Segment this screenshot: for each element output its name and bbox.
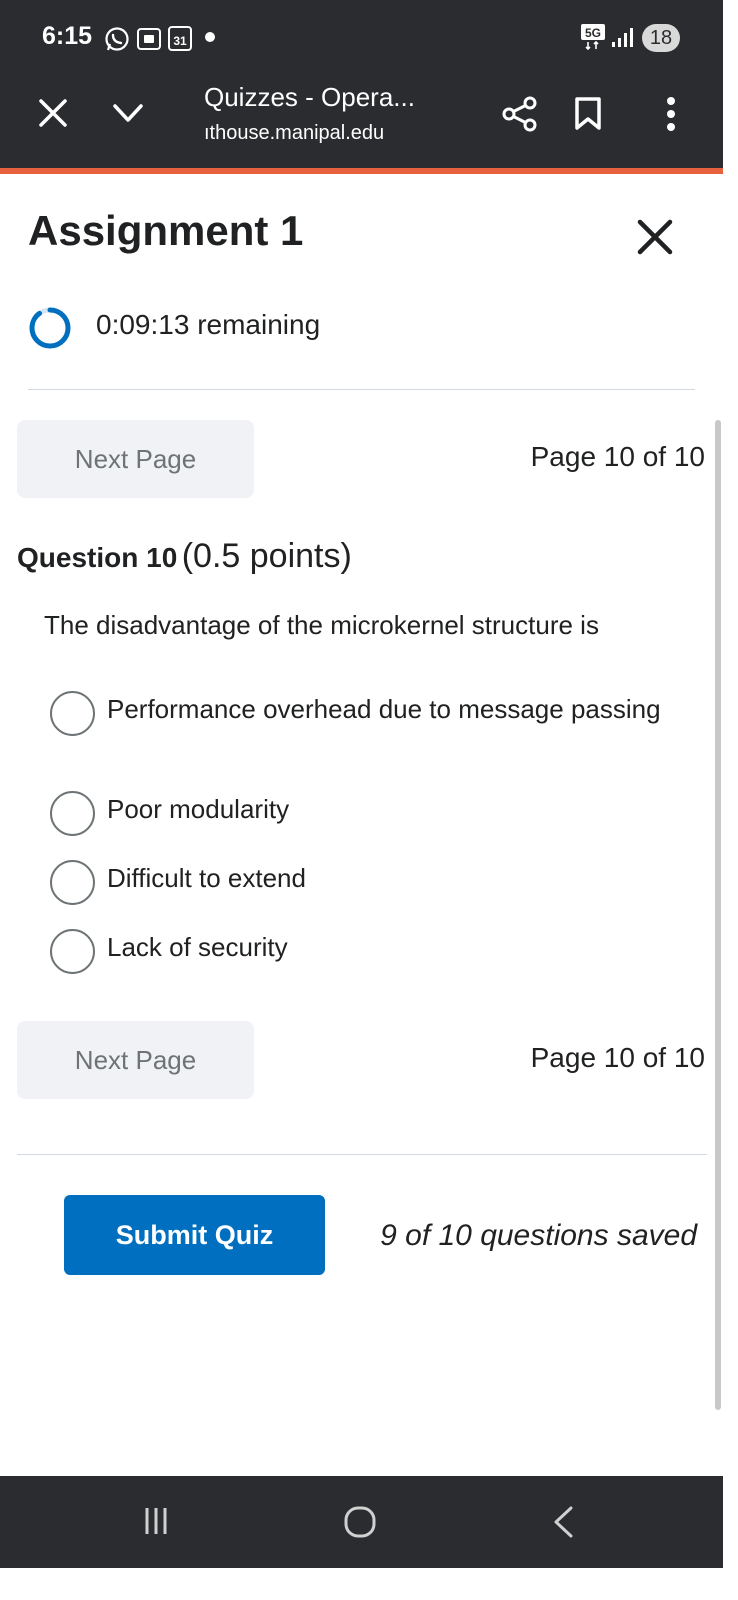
radio-button[interactable] <box>50 791 95 836</box>
page-title: Assignment 1 <box>28 207 304 254</box>
answer-option-label[interactable]: Difficult to extend <box>107 856 667 900</box>
saved-status: 9 of 10 questions saved <box>380 1219 697 1252</box>
recent-apps-icon[interactable] <box>141 1504 171 1543</box>
network-5g-icon: 5G <box>580 22 610 57</box>
answer-option[interactable]: Difficult to extend <box>50 860 670 906</box>
header-accent-line <box>0 168 723 174</box>
question-text: The disadvantage of the microkernel stru… <box>44 610 599 640</box>
next-page-button[interactable]: Next Page <box>17 420 254 498</box>
battery-badge: 18 <box>642 24 680 52</box>
time-remaining: 0:09:13 remaining <box>96 309 321 340</box>
browser-header: 6:15 31 5G 18 Quizzes - Opera... ıthouse… <box>0 0 723 168</box>
submit-quiz-button[interactable]: Submit Quiz <box>64 1195 325 1275</box>
question-points: (0.5 points) <box>181 537 352 575</box>
radio-button[interactable] <box>50 691 95 736</box>
home-icon[interactable] <box>342 1504 378 1545</box>
network-label: 5G <box>585 26 601 40</box>
scrollbar[interactable] <box>715 420 721 1410</box>
answer-option-label[interactable]: Performance overhead due to message pass… <box>107 687 667 731</box>
divider <box>17 1154 707 1155</box>
page-indicator: Page 10 of 10 <box>530 441 705 472</box>
screenshot-icon <box>136 26 162 57</box>
timer-progress-icon <box>28 306 72 350</box>
radio-button[interactable] <box>50 929 95 974</box>
browser-url[interactable]: ıthouse.manipal.edu <box>204 122 384 145</box>
answer-option[interactable]: Lack of security <box>50 929 670 975</box>
share-icon[interactable] <box>500 94 540 139</box>
calendar-icon: 31 <box>167 24 193 57</box>
answer-option-label[interactable]: Lack of security <box>107 925 667 969</box>
answer-option[interactable]: Performance overhead due to message pass… <box>50 691 670 765</box>
answer-option-label[interactable]: Poor modularity <box>107 787 667 831</box>
close-quiz-icon[interactable] <box>636 218 674 256</box>
whatsapp-icon <box>104 26 130 57</box>
close-icon[interactable] <box>36 96 70 130</box>
divider <box>28 389 695 390</box>
page-indicator-bottom: Page 10 of 10 <box>530 1042 705 1073</box>
more-vertical-icon[interactable] <box>661 94 681 139</box>
system-nav-bar <box>0 1476 723 1568</box>
notification-dot <box>205 32 215 42</box>
back-icon[interactable] <box>548 1504 578 1545</box>
calendar-day: 31 <box>173 34 187 48</box>
next-page-button-bottom[interactable]: Next Page <box>17 1021 254 1099</box>
bookmark-icon[interactable] <box>572 94 604 139</box>
answer-option[interactable]: Poor modularity <box>50 791 670 837</box>
status-time: 6:15 <box>42 22 93 50</box>
browser-page-title[interactable]: Quizzes - Opera... <box>204 82 415 113</box>
question-label: Question 10 <box>17 542 178 573</box>
radio-button[interactable] <box>50 860 95 905</box>
signal-icon <box>610 26 634 53</box>
chevron-down-icon[interactable] <box>110 96 146 130</box>
question-header: Question 10 (0.5 points) <box>17 537 352 576</box>
